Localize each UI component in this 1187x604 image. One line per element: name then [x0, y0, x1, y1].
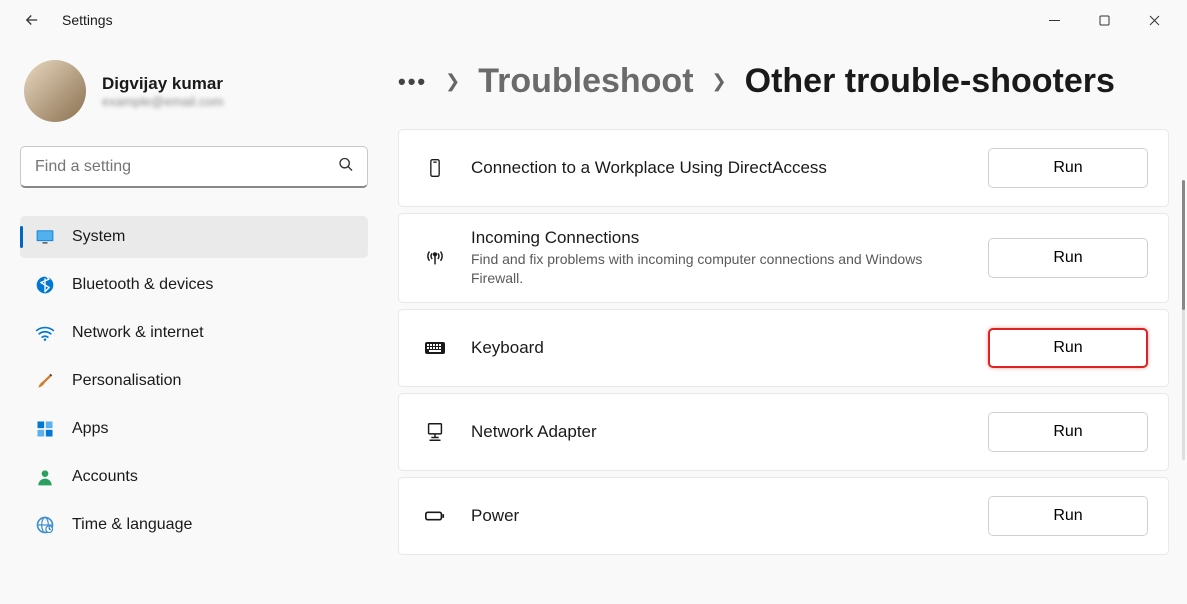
troubleshooter-card: Incoming ConnectionsFind and fix problem…	[398, 213, 1169, 303]
chevron-right-icon: ❯	[445, 71, 460, 92]
close-button[interactable]	[1133, 5, 1175, 35]
sidebar-item-label: Bluetooth & devices	[72, 276, 213, 294]
troubleshooter-card: Keyboard Run	[398, 309, 1169, 387]
titlebar: Settings	[0, 0, 1187, 40]
run-button[interactable]: Run	[988, 328, 1148, 368]
window-title: Settings	[62, 12, 113, 28]
globe-icon	[34, 514, 56, 536]
card-title: Keyboard	[471, 338, 966, 358]
run-button[interactable]: Run	[988, 496, 1148, 536]
battery-icon	[421, 502, 449, 530]
wifi-icon	[34, 322, 56, 344]
card-title: Connection to a Workplace Using DirectAc…	[471, 158, 966, 178]
phone-icon	[421, 154, 449, 182]
person-icon	[34, 466, 56, 488]
card-desc: Find and fix problems with incoming comp…	[471, 250, 966, 288]
netadapter-icon	[421, 418, 449, 446]
sidebar-item-personalisation[interactable]: Personalisation	[20, 360, 368, 402]
chevron-right-icon: ❯	[712, 71, 727, 92]
troubleshooter-card: Power Run	[398, 477, 1169, 555]
back-button[interactable]	[22, 10, 42, 30]
page-title: Other trouble-shooters	[745, 62, 1115, 101]
minimize-button[interactable]	[1033, 5, 1075, 35]
maximize-button[interactable]	[1083, 5, 1125, 35]
sidebar-item-label: System	[72, 228, 125, 246]
breadcrumb: ••• ❯ Troubleshoot ❯ Other trouble-shoot…	[398, 62, 1169, 101]
search-input[interactable]	[20, 146, 368, 188]
sidebar-item-apps[interactable]: Apps	[20, 408, 368, 450]
monitor-icon	[34, 226, 56, 248]
sidebar-item-label: Network & internet	[72, 324, 204, 342]
keyboard-icon	[421, 334, 449, 362]
sidebar-item-bluetooth-devices[interactable]: Bluetooth & devices	[20, 264, 368, 306]
sidebar-item-system[interactable]: System	[20, 216, 368, 258]
run-button[interactable]: Run	[988, 412, 1148, 452]
breadcrumb-more-icon[interactable]: •••	[398, 69, 427, 95]
card-title: Network Adapter	[471, 422, 966, 442]
card-title: Power	[471, 506, 966, 526]
run-button[interactable]: Run	[988, 148, 1148, 188]
apps-icon	[34, 418, 56, 440]
breadcrumb-parent[interactable]: Troubleshoot	[478, 62, 693, 101]
sidebar-item-label: Accounts	[72, 468, 138, 486]
troubleshooter-card: Connection to a Workplace Using DirectAc…	[398, 129, 1169, 207]
search-icon	[338, 157, 354, 178]
sidebar-item-label: Time & language	[72, 516, 192, 534]
scrollbar-thumb[interactable]	[1182, 180, 1185, 310]
sidebar-item-label: Apps	[72, 420, 108, 438]
brush-icon	[34, 370, 56, 392]
sidebar-item-accounts[interactable]: Accounts	[20, 456, 368, 498]
profile-email: example@email.com	[102, 94, 224, 109]
sidebar-item-label: Personalisation	[72, 372, 181, 390]
profile-name: Digvijay kumar	[102, 74, 224, 94]
sidebar-item-time-language[interactable]: Time & language	[20, 504, 368, 546]
main-panel: ••• ❯ Troubleshoot ❯ Other trouble-shoot…	[380, 40, 1187, 604]
troubleshooter-card: Network Adapter Run	[398, 393, 1169, 471]
bluetooth-icon	[34, 274, 56, 296]
run-button[interactable]: Run	[988, 238, 1148, 278]
sidebar: Digvijay kumar example@email.com System B…	[0, 40, 380, 604]
avatar	[24, 60, 86, 122]
card-title: Incoming Connections	[471, 228, 966, 248]
sidebar-item-network-internet[interactable]: Network & internet	[20, 312, 368, 354]
antenna-icon	[421, 244, 449, 272]
profile-block[interactable]: Digvijay kumar example@email.com	[20, 60, 368, 122]
